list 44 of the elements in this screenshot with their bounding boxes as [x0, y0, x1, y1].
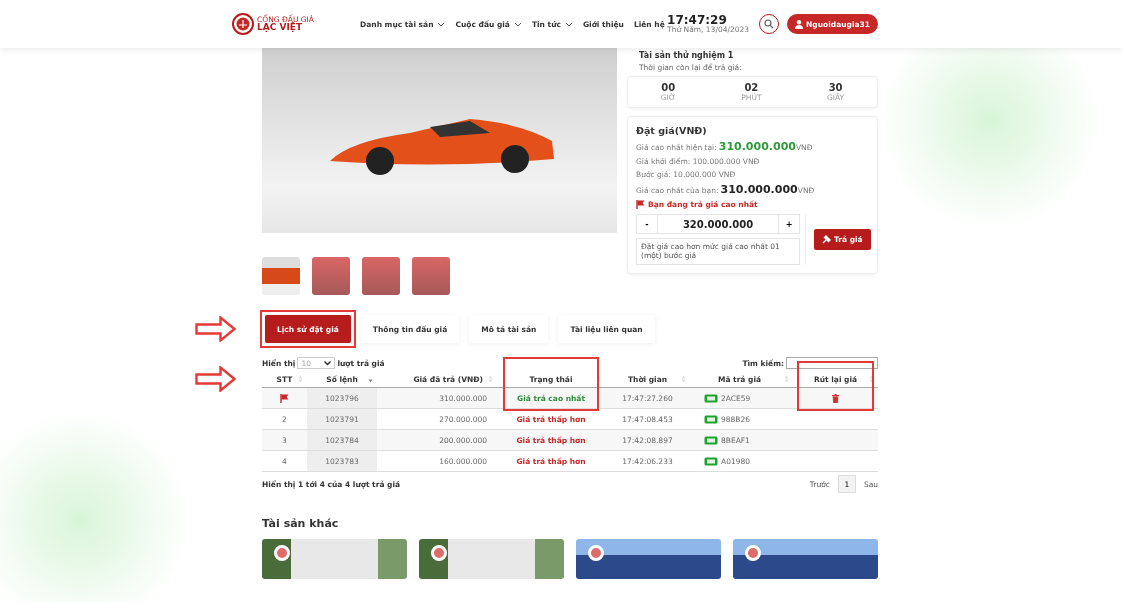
- decrease-button[interactable]: -: [636, 214, 658, 234]
- thumbnail-photo[interactable]: [412, 257, 450, 295]
- countdown-value: 02: [744, 82, 759, 93]
- thumbnail-photo[interactable]: [362, 257, 400, 295]
- chevron-down-icon: [324, 360, 332, 366]
- arrow-icon: [195, 316, 237, 342]
- sort-icon: [298, 375, 303, 383]
- asset-title: Tài sản thử nghiệm 1: [638, 51, 735, 60]
- search-icon: [764, 19, 775, 29]
- sort-icon: [784, 375, 789, 383]
- location-pin-icon: [274, 545, 290, 561]
- sort-icon: [869, 375, 874, 383]
- flag-icon: [636, 200, 645, 209]
- thumbnail-photo[interactable]: [262, 257, 300, 295]
- ticket-icon: [704, 393, 718, 403]
- asset-photo-placeholder[interactable]: [262, 539, 407, 579]
- trash-icon: [832, 393, 839, 403]
- ticket-icon: [704, 435, 718, 445]
- countdown-value: 30: [828, 82, 843, 93]
- bid-title: Đặt giá(VNĐ): [636, 125, 708, 136]
- location-pin-icon: [431, 545, 447, 561]
- seal-icon: [232, 13, 254, 35]
- location-pin-icon: [745, 545, 761, 561]
- sort-icon: [596, 375, 601, 383]
- bid-amount-field[interactable]: 320.000.000: [658, 214, 778, 234]
- sort-icon: [681, 375, 686, 383]
- asset-photo-placeholder[interactable]: [419, 539, 564, 579]
- delete-button[interactable]: [832, 393, 839, 403]
- countdown-value: 00: [661, 82, 676, 93]
- asset-photo-placeholder[interactable]: [733, 539, 878, 579]
- increase-button[interactable]: +: [778, 214, 800, 234]
- asset-photo-placeholder[interactable]: [576, 539, 721, 579]
- location-pin-icon: [588, 545, 604, 561]
- sort-icon: [488, 375, 493, 383]
- clock-time: 17:47:29: [667, 13, 727, 27]
- section-title: Tài sản khác: [262, 517, 340, 530]
- ticket-icon: [704, 414, 718, 424]
- arrow-icon: [195, 366, 237, 392]
- gavel-icon: [822, 234, 831, 244]
- search-button[interactable]: [759, 14, 780, 34]
- thumbnail-photo[interactable]: [312, 257, 350, 295]
- logo-name: LẠC VIỆT: [257, 23, 304, 33]
- ticket-icon: [704, 456, 718, 466]
- user-icon: [795, 19, 804, 29]
